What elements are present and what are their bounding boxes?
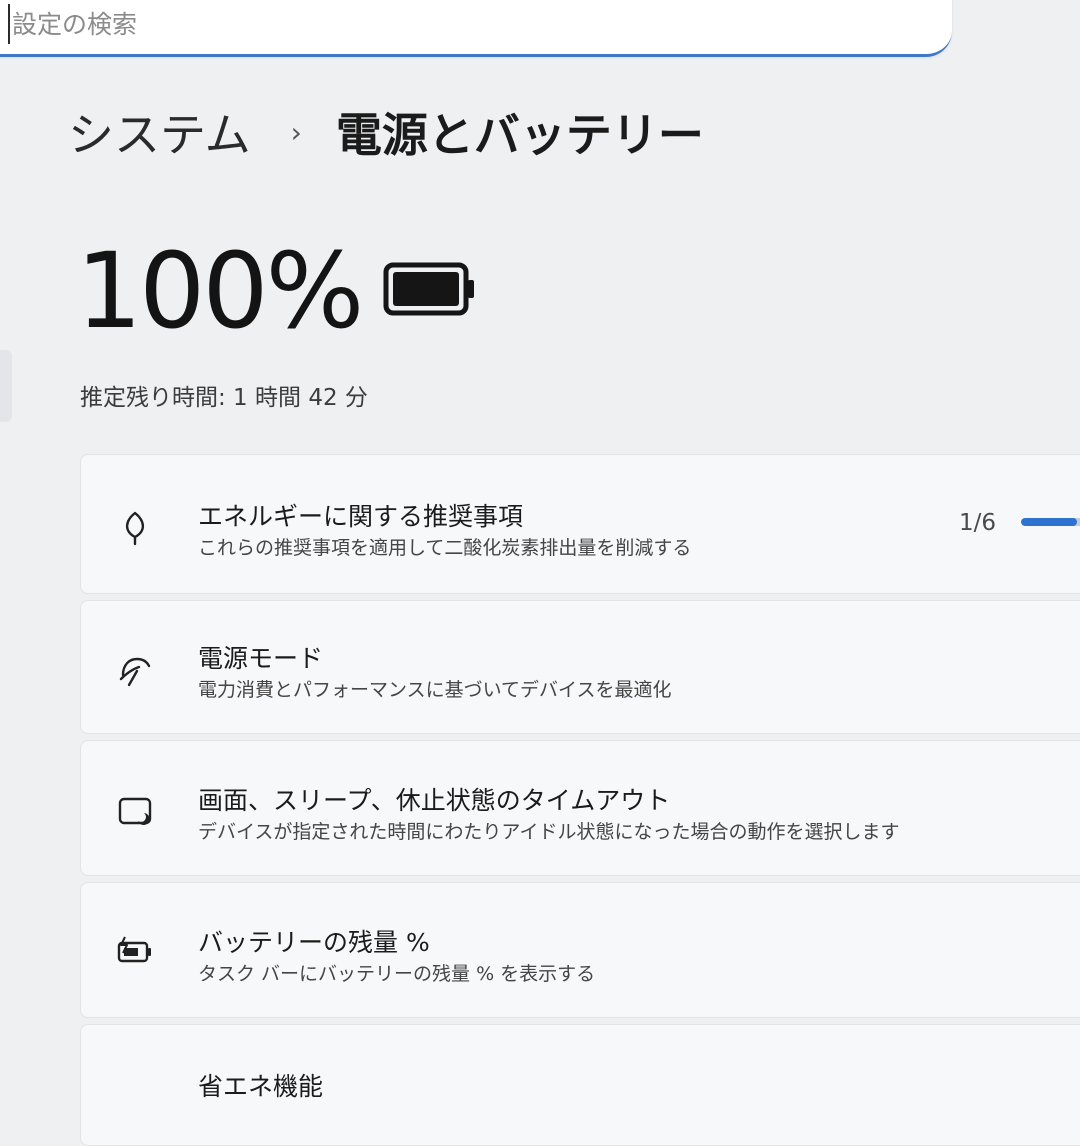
recommendations-progress-bar xyxy=(1021,518,1080,526)
recommendations-progress-text: 1/6 xyxy=(959,510,997,536)
energy-saver-card[interactable]: 省エネ機能 xyxy=(80,1024,1080,1146)
search-input[interactable] xyxy=(8,4,912,44)
battery-percentage: 100% xyxy=(76,230,364,352)
battery-percentage-icon xyxy=(117,936,151,963)
breadcrumb-system-link[interactable]: システム xyxy=(68,99,251,165)
battery-percentage-card[interactable]: バッテリーの残量 % タスク バーにバッテリーの残量 % を表示する xyxy=(80,882,1080,1018)
power-mode-description: 電力消費とパフォーマンスに基づいてデバイスを最適化 xyxy=(198,679,672,701)
screen-sleep-timeouts-description: デバイスが指定された時間にわたりアイドル状態になった場合の動作を選択します xyxy=(198,821,900,843)
search-box[interactable] xyxy=(0,0,952,57)
energy-recommendations-description: これらの推奨事項を適用して二酸化炭素排出量を削減する xyxy=(198,537,692,559)
power-mode-icon xyxy=(119,657,151,687)
battery-percentage-description: タスク バーにバッテリーの残量 % を表示する xyxy=(198,963,596,985)
nav-pane-edge xyxy=(0,350,12,422)
page-title: 電源とバッテリー xyxy=(335,108,704,162)
screen-sleep-timeouts-card[interactable]: 画面、スリープ、休止状態のタイムアウト デバイスが指定された時間にわたりアイドル… xyxy=(80,740,1080,876)
battery-full-icon xyxy=(383,262,474,316)
power-mode-title: 電源モード xyxy=(198,644,324,673)
energy-recommendations-title: エネルギーに関する推奨事項 xyxy=(198,502,524,531)
energy-recommendations-card[interactable]: エネルギーに関する推奨事項 これらの推奨事項を適用して二酸化炭素排出量を削減する… xyxy=(80,454,1080,594)
screen-sleep-timeouts-title: 画面、スリープ、休止状態のタイムアウト xyxy=(198,786,671,815)
battery-percentage-title: バッテリーの残量 % xyxy=(198,928,430,957)
power-mode-card[interactable]: 電源モード 電力消費とパフォーマンスに基づいてデバイスを最適化 xyxy=(80,600,1080,734)
energy-saver-title: 省エネ機能 xyxy=(198,1072,324,1101)
breadcrumb: システム › 電源とバッテリー xyxy=(68,100,704,164)
recommendations-progress-fill xyxy=(1021,518,1077,526)
breadcrumb-separator: › xyxy=(290,115,302,149)
leaf-icon xyxy=(125,511,145,546)
sleep-timeout-icon xyxy=(118,797,152,825)
estimated-remaining-time: 推定残り時間: 1 時間 42 分 xyxy=(80,385,368,411)
